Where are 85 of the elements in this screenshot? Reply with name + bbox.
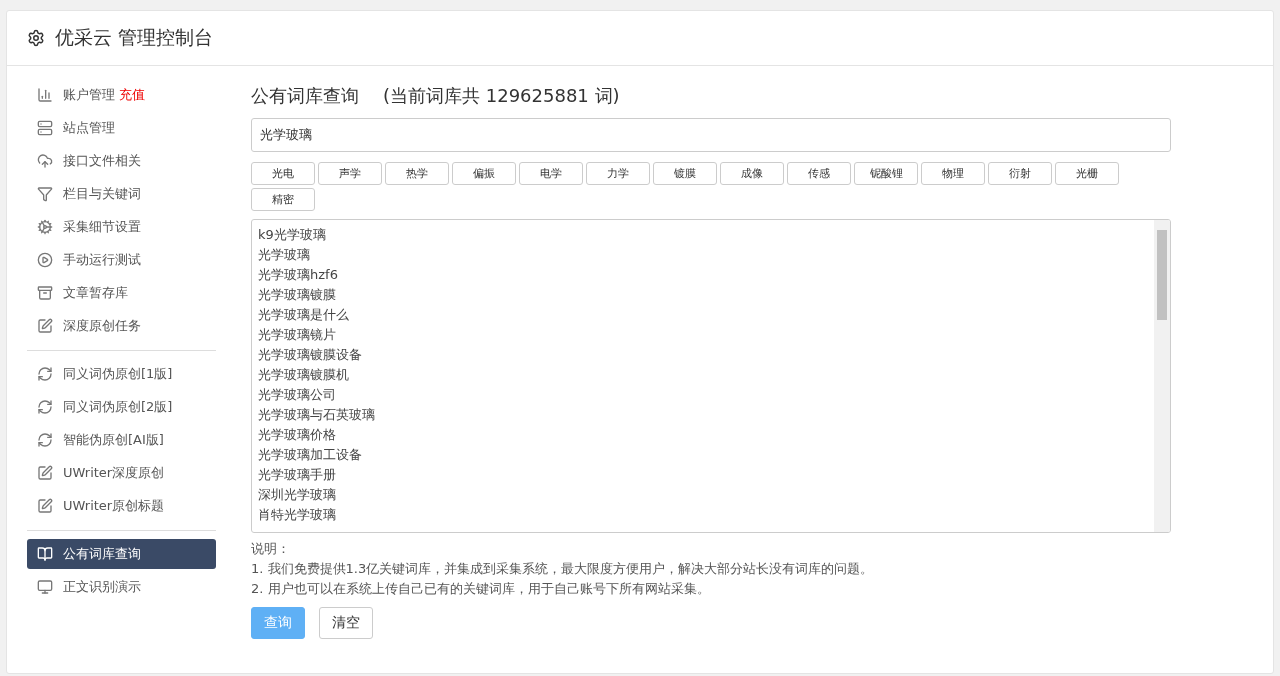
tag-button[interactable]: 偏振 [452,162,516,185]
result-item[interactable]: 光学玻璃与石英玻璃 [258,405,1148,425]
sidebar-item[interactable]: 同义词伪原创[2版] [27,392,216,422]
archive-icon [37,285,53,301]
sidebar-label: 深度原创任务 [63,317,141,335]
notes-title: 说明： [251,540,291,558]
sidebar-item[interactable]: 账户管理 充值 [27,80,216,110]
result-item[interactable]: 光学玻璃手册 [258,465,1148,485]
scrollbar[interactable] [1154,220,1170,532]
refresh-icon [37,399,53,415]
play-icon [37,252,53,268]
monitor-icon [37,579,53,595]
tag-button[interactable]: 成像 [720,162,784,185]
sidebar-label: 手动运行测试 [63,251,141,269]
tag-button[interactable]: 衍射 [988,162,1052,185]
book-icon [37,546,53,562]
result-item[interactable]: 光学玻璃是什么 [258,305,1148,325]
sidebar-item[interactable]: 文章暂存库 [27,278,216,308]
sidebar-item[interactable]: 接口文件相关 [27,146,216,176]
tag-button[interactable]: 铌酸锂 [854,162,918,185]
result-item[interactable]: k9光学玻璃 [258,225,1148,245]
sidebar-label: 站点管理 [63,119,115,137]
edit-icon [37,498,53,514]
sidebar-label: 同义词伪原创[1版] [63,365,173,383]
tag-button[interactable]: 力学 [586,162,650,185]
sidebar-item[interactable]: 正文识别演示 [27,572,216,602]
sidebar-item[interactable]: 站点管理 [27,113,216,143]
note-text: 1. 我们免费提供1.3亿关键词库，并集成到采集系统，最大限度方便用户，解决大部分站长没有词库的问题。 [251,560,875,578]
page-title: 公有词库查询 [251,84,359,108]
sidebar-label: 正文识别演示 [63,578,141,596]
refresh-icon [37,366,53,382]
sidebar-item[interactable]: UWriter深度原创 [27,458,216,488]
tag-button[interactable]: 光栅 [1055,162,1119,185]
sidebar-item[interactable]: 同义词伪原创[1版] [27,359,216,389]
gear-icon [37,219,53,235]
sidebar-label: UWriter深度原创 [63,464,165,482]
sidebar-item[interactable]: 智能伪原创[AI版] [27,425,216,455]
sidebar-item[interactable]: 手动运行测试 [27,245,216,275]
result-item[interactable]: 光学玻璃镜片 [258,325,1148,345]
edit-icon [37,465,53,481]
result-item[interactable]: 光学玻璃镀膜 [258,285,1148,305]
tag-button[interactable]: 热学 [385,162,449,185]
result-item[interactable]: 深圳光学玻璃 [258,485,1148,505]
tag-button[interactable]: 镀膜 [653,162,717,185]
sidebar-label: 采集细节设置 [63,218,141,236]
sidebar-label: 同义词伪原创[2版] [63,398,173,416]
edit-icon [37,318,53,334]
result-item[interactable]: 光学玻璃镀膜设备 [258,345,1148,365]
tag-button[interactable]: 传感 [787,162,851,185]
sidebar-item[interactable]: 栏目与关键词 [27,179,216,209]
result-item[interactable]: 光学玻璃 [258,245,1148,265]
tag-button[interactable]: 电学 [519,162,583,185]
tag-button[interactable]: 光电 [251,162,315,185]
console-title: 优采云 管理控制台 [55,25,214,50]
cloud-upload-icon [37,153,53,169]
sidebar-item[interactable]: 公有词库查询 [27,539,216,569]
results-list[interactable]: k9光学玻璃 光学玻璃 光学玻璃hzf6 光学玻璃镀膜 光学玻璃是什么 光学玻璃镜片 光学玻璃镀膜设备 光学玻璃镀膜机 光学玻璃公司 光学玻璃与石英玻璃 光学玻璃价格 光学玻璃加工设备 光学玻璃手册 深圳光学玻璃 肖特光学玻璃 [251,219,1171,533]
result-item[interactable]: 光学玻璃镀膜机 [258,365,1148,385]
sidebar-label: 账户管理 充值 [63,86,145,104]
sidebar-item[interactable]: 深度原创任务 [27,311,216,341]
sidebar-item[interactable]: UWriter原创标题 [27,491,216,521]
bar-chart-icon [37,87,53,103]
word-count: (当前词库共 129625881 词) [383,84,620,108]
sidebar-item[interactable]: 采集细节设置 [27,212,216,242]
search-field[interactable]: 光学玻璃 [251,118,1171,152]
refresh-icon [37,432,53,448]
sidebar-label: 接口文件相关 [63,152,141,170]
sidebar-label: 文章暂存库 [63,284,128,302]
filter-icon [37,186,53,202]
note-text: 2. 用户也可以在系统上传自己已有的关键词库，用于自己账号下所有网站采集。 [251,580,711,598]
result-item[interactable]: 光学玻璃价格 [258,425,1148,445]
result-item[interactable]: 光学玻璃hzf6 [258,265,1148,285]
sidebar-label: 栏目与关键词 [63,185,141,203]
result-item[interactable]: 光学玻璃加工设备 [258,445,1148,465]
tag-button[interactable]: 物理 [921,162,985,185]
sidebar-label: UWriter原创标题 [63,497,165,515]
tag-button[interactable]: 声学 [318,162,382,185]
result-item[interactable]: 肖特光学玻璃 [258,505,1148,525]
server-icon [37,120,53,136]
settings-icon [27,29,45,47]
tag-button[interactable]: 精密 [251,188,315,211]
sidebar-label: 智能伪原创[AI版] [63,431,164,449]
result-item[interactable]: 光学玻璃公司 [258,385,1148,405]
sidebar-label: 公有词库查询 [63,545,141,563]
clear-button[interactable]: 清空 [319,607,373,639]
